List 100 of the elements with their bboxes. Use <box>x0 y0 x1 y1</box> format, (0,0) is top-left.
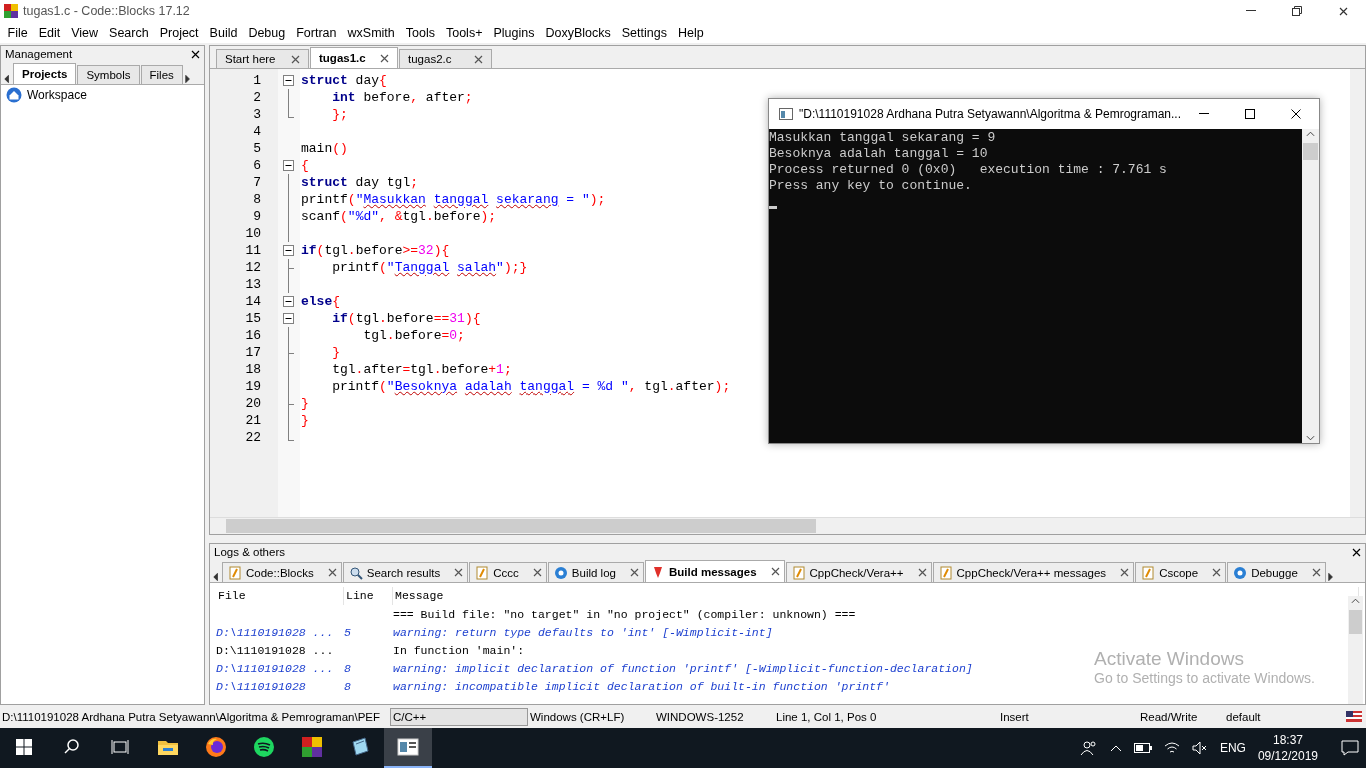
close-icon[interactable] <box>191 49 200 59</box>
vertical-scrollbar[interactable] <box>1348 596 1363 704</box>
close-icon[interactable] <box>917 567 927 577</box>
menu-item[interactable]: Search <box>103 25 155 40</box>
codeblocks-icon <box>301 736 323 758</box>
close-icon[interactable] <box>532 567 542 577</box>
menu-item[interactable]: Build <box>204 25 243 40</box>
scrollbar-thumb[interactable] <box>1349 610 1362 634</box>
close-icon[interactable] <box>1311 567 1321 577</box>
code-line: else{ <box>301 293 341 310</box>
scrollbar-thumb[interactable] <box>226 519 816 533</box>
line-number: 11 <box>244 242 262 259</box>
line-number: 20 <box>244 395 262 412</box>
close-icon[interactable] <box>474 54 483 64</box>
close-icon[interactable] <box>1352 547 1361 557</box>
panel-tab[interactable]: Projects <box>13 63 77 84</box>
console-line: Masukkan tanggal sekarang = 9 <box>769 130 997 146</box>
line-number: 21 <box>244 412 262 429</box>
close-icon[interactable] <box>327 567 337 577</box>
code-line: if(tgl.before==31){ <box>331 310 481 327</box>
menu-item[interactable]: Project <box>154 25 205 40</box>
scroll-down-icon[interactable] <box>1306 433 1315 443</box>
wifi-icon[interactable] <box>1163 741 1180 755</box>
spotify-icon <box>253 736 275 758</box>
close-icon[interactable] <box>770 566 780 576</box>
horizontal-scrollbar[interactable] <box>210 517 1365 534</box>
vertical-scrollbar[interactable] <box>1302 129 1319 443</box>
column-header[interactable]: Line <box>344 587 393 605</box>
scroll-up-icon[interactable] <box>1306 129 1315 139</box>
log-tab[interactable]: Search results <box>342 562 469 582</box>
code-line: { <box>301 157 309 174</box>
language-indicator[interactable]: ENG <box>1219 741 1246 755</box>
minimize-icon[interactable] <box>1199 113 1210 115</box>
menu-item[interactable]: Help <box>672 25 710 40</box>
close-icon[interactable] <box>1291 109 1301 119</box>
log-tab[interactable]: Cccc <box>469 562 547 582</box>
line-number: 16 <box>244 327 262 344</box>
console-window-icon <box>397 738 419 756</box>
menu-item[interactable]: DoxyBlocks <box>539 25 617 40</box>
menu-item[interactable]: File <box>2 25 34 40</box>
close-icon[interactable] <box>1212 567 1222 577</box>
log-tab[interactable]: Build messages <box>644 560 785 582</box>
maximize-icon[interactable] <box>1245 109 1255 119</box>
line-number: 14 <box>244 293 262 310</box>
menu-item[interactable]: wxSmith <box>342 25 401 40</box>
line-number: 6 <box>252 157 262 174</box>
table-cell-text: In function 'main': <box>393 643 526 657</box>
menu-item[interactable]: Edit <box>33 25 66 40</box>
menu-item[interactable]: Settings <box>616 25 673 40</box>
editor-tab[interactable]: Start here <box>216 49 309 68</box>
tree-item[interactable]: Workspace <box>27 88 87 102</box>
log-tab[interactable]: CppCheck/Vera++ messages <box>932 562 1135 582</box>
panel-tab[interactable]: Symbols <box>77 65 140 84</box>
windows-start-icon[interactable] <box>16 739 32 755</box>
editor-tab[interactable]: tugas1.c <box>310 47 398 68</box>
code-line: if(tgl.before>=32){ <box>301 242 450 259</box>
fold-toggle-icon[interactable] <box>283 245 294 256</box>
menu-item[interactable]: View <box>65 25 104 40</box>
fold-toggle-icon[interactable] <box>283 313 294 324</box>
panel-tab[interactable]: Files <box>140 65 183 84</box>
column-header[interactable]: File <box>216 587 344 605</box>
caret-up-icon[interactable] <box>1109 744 1122 752</box>
log-tab[interactable]: Build log <box>547 562 644 582</box>
scroll-up-icon[interactable] <box>1351 596 1360 606</box>
menu-item[interactable]: Fortran <box>290 25 343 40</box>
people-icon[interactable] <box>1079 740 1098 756</box>
close-icon[interactable] <box>454 567 464 577</box>
fold-toggle-icon[interactable] <box>283 160 294 171</box>
scroll-right-icon[interactable] <box>1326 572 1336 582</box>
restore-icon[interactable] <box>1292 6 1302 16</box>
menu-item[interactable]: Tools+ <box>440 25 488 40</box>
scroll-right-icon[interactable] <box>183 74 193 84</box>
notifications-icon[interactable] <box>1340 739 1360 757</box>
log-tab[interactable]: Code::Blocks <box>222 562 342 582</box>
close-icon[interactable] <box>291 54 300 64</box>
code-line: scanf("%d", &tgl.before); <box>301 208 497 225</box>
log-tab[interactable]: CppCheck/Vera++ <box>785 562 932 582</box>
vertical-scrollbar[interactable] <box>1350 69 1365 517</box>
close-icon[interactable] <box>1120 567 1130 577</box>
fold-toggle-icon[interactable] <box>283 296 294 307</box>
fold-toggle-icon[interactable] <box>283 75 294 86</box>
clock[interactable]: 18:37 09/12/2019 <box>1257 732 1318 764</box>
volume-muted-icon[interactable] <box>1191 741 1208 755</box>
status-text: Windows (CR+LF) <box>529 710 626 723</box>
menu-item[interactable]: Debug <box>242 25 291 40</box>
log-tab[interactable]: Cscope <box>1135 562 1227 582</box>
code-line: int before, after; <box>331 89 473 106</box>
close-icon[interactable] <box>1338 6 1348 16</box>
editor-tab[interactable]: tugas2.c <box>399 49 492 68</box>
close-icon[interactable] <box>380 53 389 63</box>
close-icon[interactable] <box>629 567 639 577</box>
line-number: 4 <box>252 123 262 140</box>
minimize-icon[interactable] <box>1246 10 1256 12</box>
menu-item[interactable]: Tools <box>400 25 441 40</box>
search-icon[interactable] <box>63 738 81 756</box>
scrollbar-thumb[interactable] <box>1303 143 1318 160</box>
log-tab[interactable]: Debugge <box>1227 562 1326 582</box>
task-view-icon[interactable] <box>111 739 129 755</box>
battery-icon[interactable] <box>1133 743 1152 753</box>
menu-item[interactable]: Plugins <box>487 25 540 40</box>
